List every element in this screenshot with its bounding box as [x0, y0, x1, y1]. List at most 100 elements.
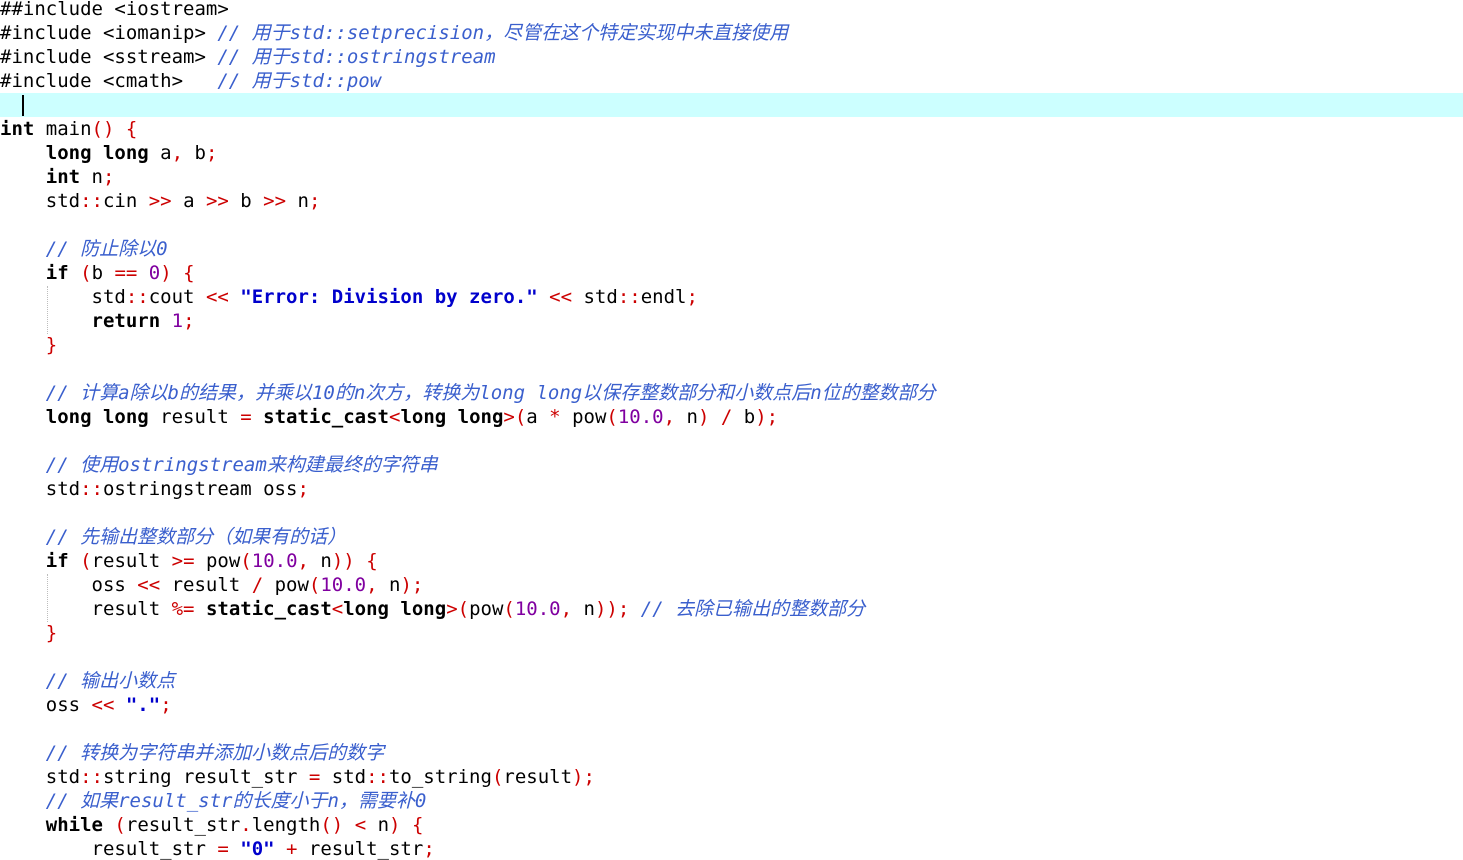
- code-text: a: [526, 406, 550, 428]
- operator: <: [388, 406, 401, 428]
- code-line-27[interactable]: }: [0, 621, 1463, 645]
- keyword: long long: [400, 406, 504, 428]
- number-literal: 10.0: [251, 550, 298, 572]
- comment: // 计算a除以b的结果，并乘以10的n次方，转换为long long以保存整数…: [45, 382, 936, 404]
- code-line-36[interactable]: result_str = "0" + result_str;: [0, 837, 1463, 860]
- comment: // 使用ostringstream来构建最终的字符串: [45, 454, 438, 476]
- operator: ;: [297, 478, 309, 500]
- operator: ::: [80, 478, 103, 500]
- code-text: std: [320, 766, 367, 788]
- operator: ::: [125, 286, 149, 308]
- operator: ));: [594, 598, 630, 620]
- code-line-4[interactable]: #include <cmath> // 用于std::pow: [0, 69, 1463, 93]
- code-line-33[interactable]: std::string result_str = std::to_string(…: [0, 765, 1463, 789]
- code-line-19[interactable]: [0, 429, 1463, 453]
- code-line-31[interactable]: [0, 717, 1463, 741]
- code-text: cout: [148, 286, 206, 308]
- operator: ;: [102, 166, 115, 188]
- comment: // 用于std::setprecision，尽管在这个特定实现中未直接使用: [217, 22, 789, 44]
- operator: %=: [171, 598, 195, 620]
- comment: // 输出小数点: [45, 670, 176, 692]
- code-line-30[interactable]: oss << ".";: [0, 693, 1463, 717]
- code-line-14[interactable]: return 1;: [0, 309, 1463, 333]
- code-line-16[interactable]: [0, 357, 1463, 381]
- code-line-15[interactable]: }: [0, 333, 1463, 357]
- comment: // 用于std::pow: [217, 70, 382, 92]
- operator: ): [160, 262, 172, 284]
- code-line-35[interactable]: while (result_str.length() < n) {: [0, 813, 1463, 837]
- code-line-9[interactable]: std::cin >> a >> b >> n;: [0, 189, 1463, 213]
- operator: ;: [205, 142, 218, 164]
- string-literal: "Error: Division by zero.": [240, 286, 538, 308]
- operator: ;: [308, 190, 321, 212]
- operator: ,: [171, 142, 184, 164]
- code-text: n: [80, 166, 103, 188]
- code-line-21[interactable]: std::ostringstream oss;: [0, 477, 1463, 501]
- code-line-13[interactable]: std::cout << "Error: Division by zero." …: [0, 285, 1463, 309]
- code-text: b: [183, 142, 206, 164]
- operator: )): [331, 550, 355, 572]
- code-line-5[interactable]: [0, 93, 1463, 117]
- code-line-6[interactable]: int main() {: [0, 117, 1463, 141]
- code-line-26[interactable]: result %= static_cast<long long>(pow(10.…: [0, 597, 1463, 621]
- code-text: #include <cmath>: [0, 70, 218, 92]
- code-text: std: [0, 766, 81, 788]
- operator: {: [366, 550, 378, 572]
- code-line-8[interactable]: int n;: [0, 165, 1463, 189]
- code-line-32[interactable]: // 转换为字符串并添加小数点后的数字: [0, 741, 1463, 765]
- code-line-34[interactable]: // 如果result_str的长度小于n，需要补0: [0, 789, 1463, 813]
- code-line-18[interactable]: long long result = static_cast<long long…: [0, 405, 1463, 429]
- code-line-3[interactable]: #include <sstream> // 用于std::ostringstre…: [0, 45, 1463, 69]
- keyword: static_cast: [205, 598, 332, 620]
- operator: );: [755, 406, 779, 428]
- code-editor[interactable]: ##include <iostream> #include <iomanip> /…: [0, 0, 1463, 860]
- code-line-2[interactable]: #include <iomanip> // 用于std::setprecisio…: [0, 21, 1463, 45]
- operator: }: [45, 334, 58, 356]
- code-line-17[interactable]: // 计算a除以b的结果，并乘以10的n次方，转换为long long以保存整数…: [0, 381, 1463, 405]
- code-text: main: [34, 118, 92, 140]
- code-text: ##include <iostream>: [0, 0, 229, 20]
- code-line-7[interactable]: long long a, b;: [0, 141, 1463, 165]
- code-line-10[interactable]: [0, 213, 1463, 237]
- code-text: #include <iomanip>: [0, 22, 218, 44]
- code-line-28[interactable]: [0, 645, 1463, 669]
- keyword: long long: [343, 598, 447, 620]
- keyword: long long: [45, 142, 149, 164]
- code-text: n: [572, 598, 595, 620]
- code-text: oss: [0, 694, 92, 716]
- code-line-12[interactable]: if (b == 0) {: [0, 261, 1463, 285]
- code-text: std: [572, 286, 618, 308]
- number-literal: 1: [171, 310, 184, 332]
- code-text: std: [0, 478, 81, 500]
- code-line-24[interactable]: if (result >= pow(10.0, n)) {: [0, 549, 1463, 573]
- code-line-23[interactable]: // 先输出整数部分（如果有的话）: [0, 525, 1463, 549]
- code-line-20[interactable]: // 使用ostringstream来构建最终的字符串: [0, 453, 1463, 477]
- operator: >>: [263, 190, 287, 212]
- code-line-11[interactable]: // 防止除以0: [0, 237, 1463, 261]
- code-text: n: [675, 406, 698, 428]
- code-line-25[interactable]: oss << result / pow(10.0, n);: [0, 573, 1463, 597]
- code-line-1[interactable]: ##include <iostream>: [0, 0, 1463, 21]
- code-line-22[interactable]: [0, 501, 1463, 525]
- operator: (: [240, 550, 252, 572]
- operator: (: [80, 550, 92, 572]
- code-line-29[interactable]: // 输出小数点: [0, 669, 1463, 693]
- code-text: b: [732, 406, 756, 428]
- code-text: result: [503, 766, 573, 788]
- code-text: pow: [263, 574, 309, 596]
